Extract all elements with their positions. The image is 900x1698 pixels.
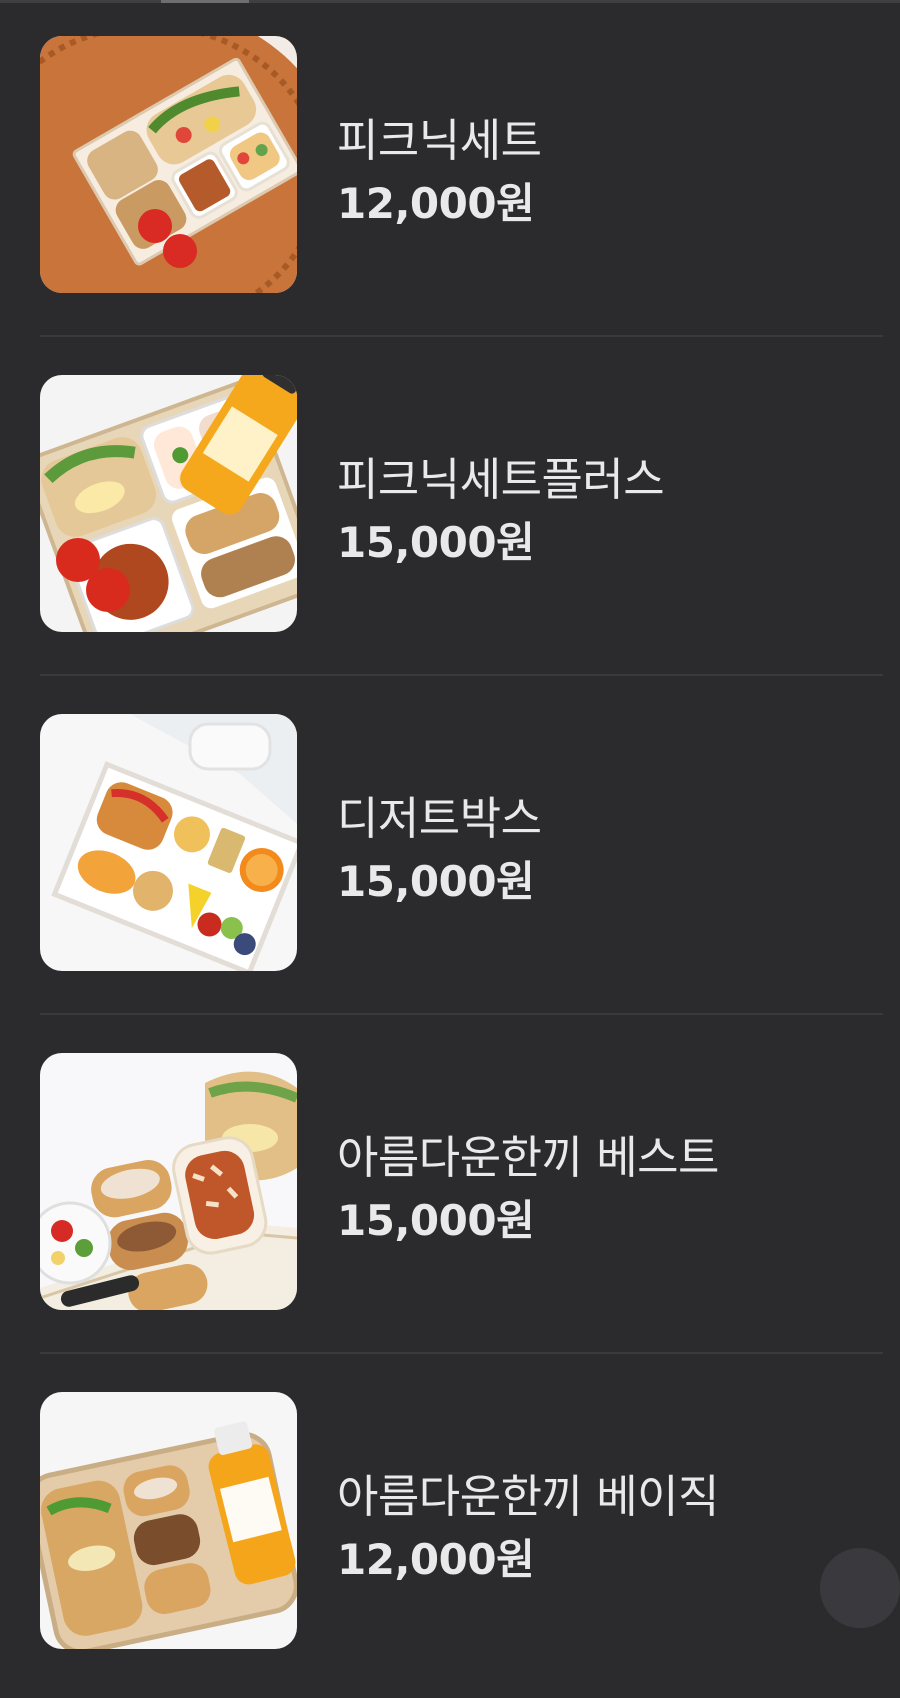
menu-item-picnic-set[interactable]: 피크닉세트 12,000원	[0, 0, 900, 342]
menu-item-price: 15,000원	[337, 518, 535, 567]
menu-item-name: 피크닉세트	[337, 114, 542, 167]
menu-item-beautiful-meal-best[interactable]: 아름다운한끼 베스트 15,000원	[0, 1017, 900, 1359]
divider	[40, 1352, 883, 1354]
menu-item-photo[interactable]	[40, 375, 297, 632]
menu-item-price: 12,000원	[337, 179, 535, 228]
menu-item-price: 15,000원	[337, 857, 535, 906]
menu-item-name: 아름다운한끼 베이직	[337, 1470, 719, 1523]
divider	[40, 335, 883, 337]
divider	[40, 674, 883, 676]
menu-item-name: 아름다운한끼 베스트	[337, 1131, 719, 1184]
menu-item-beautiful-meal-basic[interactable]: 아름다운한끼 베이직 12,000원	[0, 1356, 900, 1698]
menu-item-price: 15,000원	[337, 1196, 535, 1245]
menu-item-picnic-set-plus[interactable]: 피크닉세트플러스 15,000원	[0, 339, 900, 681]
menu-item-photo[interactable]	[40, 1053, 297, 1310]
menu-item-price: 12,000원	[337, 1535, 535, 1584]
menu-item-photo[interactable]	[40, 714, 297, 971]
divider	[40, 1013, 883, 1015]
menu-item-photo[interactable]	[40, 36, 297, 293]
menu-item-photo[interactable]	[40, 1392, 297, 1649]
menu-item-dessert-box[interactable]: 디저트박스 15,000원	[0, 678, 900, 1020]
scroll-to-top-button[interactable]	[820, 1548, 900, 1628]
menu-item-name: 피크닉세트플러스	[337, 453, 665, 506]
menu-item-name: 디저트박스	[337, 792, 542, 845]
